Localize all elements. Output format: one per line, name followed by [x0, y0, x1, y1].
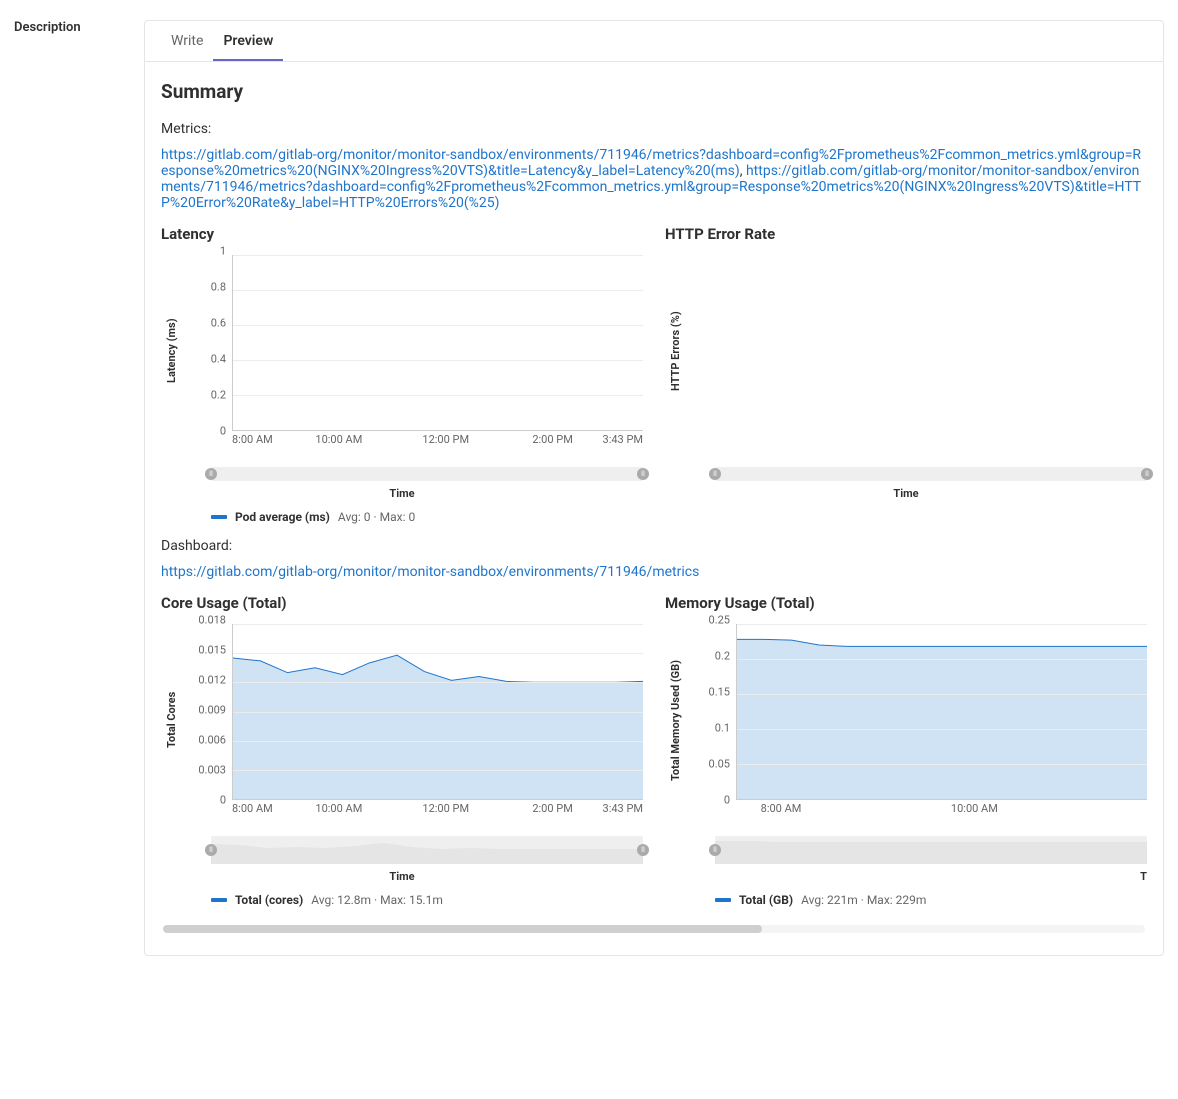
legend-series-stats: Avg: 12.8m · Max: 15.1m — [311, 893, 443, 907]
pause-icon[interactable]: II — [637, 844, 649, 856]
chart-plot[interactable]: 0.25 0.2 0.15 0.1 0.05 0 — [686, 620, 1147, 820]
summary-heading: Summary — [161, 80, 1147, 103]
legend-series-name: Total (GB) — [739, 893, 793, 907]
overview-sparkline — [211, 836, 643, 864]
legend-swatch — [715, 898, 731, 902]
chart-xlabel: T — [665, 870, 1147, 883]
chart-overview-slider[interactable]: II II — [211, 836, 643, 864]
pause-icon[interactable]: II — [637, 468, 649, 480]
chart-title: Core Usage (Total) — [161, 594, 643, 612]
legend-series-stats: Avg: 0 · Max: 0 — [338, 510, 415, 524]
legend-series-name: Total (cores) — [235, 893, 303, 907]
chart-xlabel: Time — [161, 487, 643, 500]
scrollbar-thumb[interactable] — [163, 925, 762, 933]
chart-legend: Total (GB) Avg: 221m · Max: 229m — [715, 893, 1147, 907]
chart-legend: Pod average (ms) Avg: 0 · Max: 0 — [211, 510, 643, 524]
pause-icon[interactable]: II — [205, 468, 217, 480]
chart-plot[interactable]: 1 0.8 0.6 0.4 0.2 0 — [182, 251, 643, 451]
description-editor-panel: Write Preview Summary Metrics: https://g… — [144, 20, 1164, 956]
chart-overview-slider[interactable]: II — [715, 836, 1147, 864]
chart-xlabel: Time — [665, 487, 1147, 500]
chart-time-slider[interactable]: II II — [715, 467, 1147, 481]
chart-legend: Total (cores) Avg: 12.8m · Max: 15.1m — [211, 893, 643, 907]
dashboard-link[interactable]: https://gitlab.com/gitlab-org/monitor/mo… — [161, 564, 699, 580]
chart-xlabel: Time — [161, 870, 643, 883]
legend-swatch — [211, 515, 227, 519]
pause-icon[interactable]: II — [709, 468, 721, 480]
legend-swatch — [211, 898, 227, 902]
chart-series-area — [737, 624, 1147, 799]
dashboard-label: Dashboard: — [161, 538, 1147, 554]
chart-ylabel: Total Memory Used (GB) — [665, 620, 686, 820]
pause-icon[interactable]: II — [205, 844, 217, 856]
chart-yaxis: 0.018 0.015 0.012 0.009 0.006 0.003 0 — [182, 620, 230, 800]
chart-plot-area — [736, 624, 1147, 800]
editor-tabs: Write Preview — [145, 21, 1163, 62]
chart-ylabel: Total Cores — [161, 620, 182, 820]
tab-write[interactable]: Write — [161, 21, 213, 61]
description-field-label: Description — [14, 20, 124, 35]
chart-yaxis: 0.25 0.2 0.15 0.1 0.05 0 — [686, 620, 734, 800]
chart-plot[interactable]: 0.018 0.015 0.012 0.009 0.006 0.003 0 — [182, 620, 643, 820]
preview-content: Summary Metrics: https://gitlab.com/gitl… — [145, 62, 1163, 955]
tab-preview[interactable]: Preview — [213, 21, 283, 61]
legend-series-stats: Avg: 221m · Max: 229m — [801, 893, 926, 907]
chart-xaxis: 8:00 AM 10:00 AM — [736, 802, 1147, 820]
chart-core-usage: Core Usage (Total) Total Cores 0.018 0.0… — [161, 594, 643, 907]
metrics-label: Metrics: — [161, 121, 1147, 137]
chart-memory-usage: Memory Usage (Total) Total Memory Used (… — [665, 594, 1147, 907]
chart-ylabel: HTTP Errors (%) — [665, 251, 686, 451]
pause-icon[interactable]: II — [1141, 468, 1153, 480]
chart-plot-area — [232, 255, 643, 431]
chart-plot[interactable] — [686, 251, 1147, 451]
chart-xaxis: 8:00 AM 10:00 AM 12:00 PM 2:00 PM 3:43 P… — [232, 433, 643, 451]
chart-title: HTTP Error Rate — [665, 225, 1147, 243]
chart-latency: Latency Latency (ms) 1 0.8 0.6 0.4 0.2 0 — [161, 225, 643, 524]
chart-yaxis: 1 0.8 0.6 0.4 0.2 0 — [182, 251, 230, 431]
chart-title: Memory Usage (Total) — [665, 594, 1147, 612]
chart-ylabel: Latency (ms) — [161, 251, 182, 451]
pause-icon[interactable]: II — [709, 844, 721, 856]
chart-xaxis: 8:00 AM 10:00 AM 12:00 PM 2:00 PM 3:43 P… — [232, 802, 643, 820]
legend-series-name: Pod average (ms) — [235, 510, 330, 524]
chart-time-slider[interactable]: II II — [211, 467, 643, 481]
chart-http-error-rate: HTTP Error Rate HTTP Errors (%) II II Ti… — [665, 225, 1147, 524]
horizontal-scrollbar[interactable] — [163, 925, 1145, 933]
overview-sparkline — [715, 836, 1147, 864]
chart-plot-area — [232, 624, 643, 800]
chart-title: Latency — [161, 225, 643, 243]
